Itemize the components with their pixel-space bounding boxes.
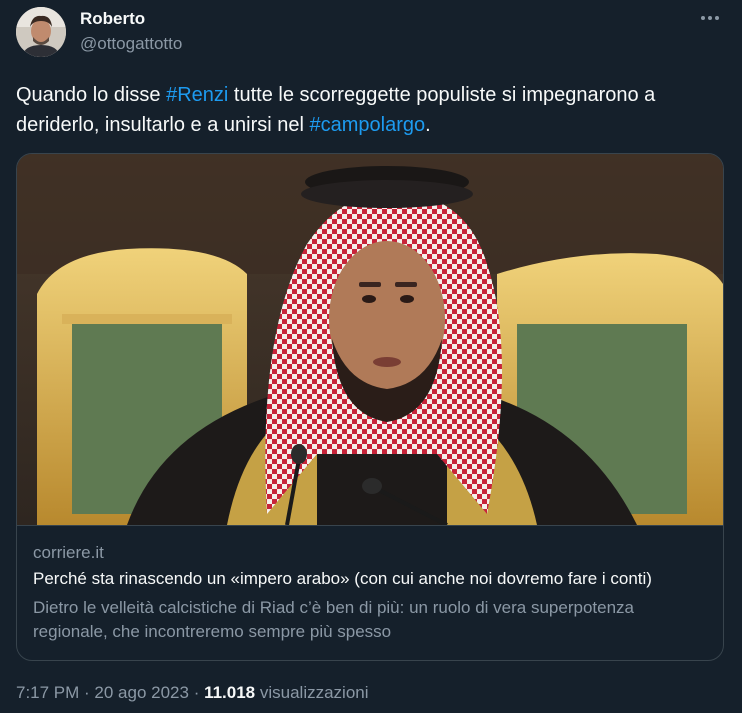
- card-domain: corriere.it: [33, 543, 104, 562]
- tweet: Roberto @ottogattotto Quando lo disse #R…: [0, 0, 742, 713]
- tweet-meta: 7:17 PM · 20 ago 2023 · 11.018 visualizz…: [16, 683, 369, 703]
- tweet-date-link[interactable]: 20 ago 2023: [94, 683, 189, 702]
- tweet-text-segment: .: [425, 114, 431, 136]
- hashtag-renzi-link[interactable]: #Renzi: [166, 84, 228, 106]
- more-horizontal-icon: [700, 16, 721, 20]
- card-image[interactable]: [17, 154, 723, 526]
- views-count: 11.018: [204, 683, 256, 702]
- tweet-text-segment: Quando lo disse: [16, 84, 167, 106]
- card-title: Perché sta rinascendo un «impero arabo» …: [33, 569, 652, 588]
- views-label: visualizzazioni: [255, 683, 369, 702]
- hashtag-campolargo-link[interactable]: #campolargo: [310, 114, 426, 136]
- avatar[interactable]: [16, 7, 66, 57]
- user-handle[interactable]: @ottogattotto: [80, 34, 182, 54]
- more-options-button[interactable]: [692, 6, 728, 30]
- meta-separator: ·: [188, 683, 205, 702]
- link-preview-card[interactable]: corriere.it Perché sta rinascendo un «im…: [16, 153, 724, 661]
- meta-separator: ·: [79, 683, 95, 702]
- tweet-time-link[interactable]: 7:17 PM: [16, 683, 79, 702]
- display-name[interactable]: Roberto: [80, 9, 145, 29]
- card-description: Dietro le velleità calcistiche di Riad c…: [33, 598, 635, 641]
- tweet-text: Quando lo disse #Renzi tutte le scorregg…: [16, 80, 728, 140]
